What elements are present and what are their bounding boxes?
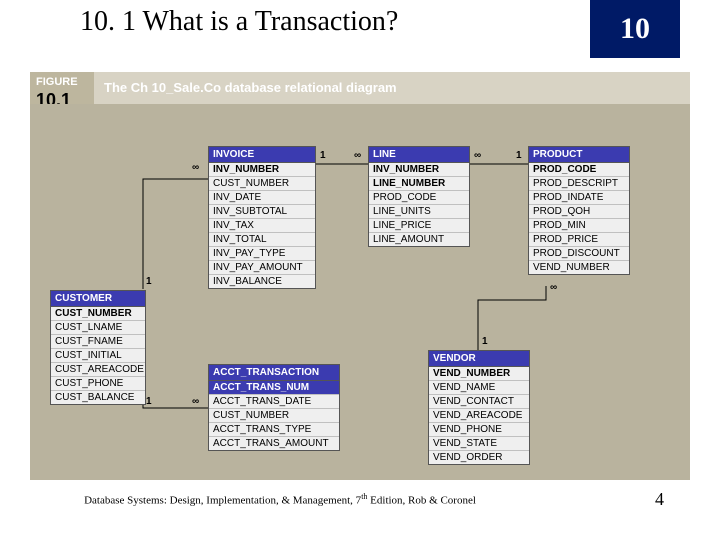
card-inv-line-many: ∞ [354,150,361,161]
entity-vendor-header: VENDOR [429,351,529,367]
entity-acct-header: ACCT_TRANSACTION [209,365,339,381]
col: INV_DATE [209,191,315,205]
entity-acct-transaction: ACCT_TRANSACTION ACCT_TRANS_NUM ACCT_TRA… [208,364,340,451]
figure-label: FIGURE [36,76,78,88]
col: ACCT_TRANS_TYPE [209,423,339,437]
card-inv-line-one: 1 [320,150,326,161]
col: PROD_INDATE [529,191,629,205]
col: PROD_MIN [529,219,629,233]
footer-text-a: Database Systems: Design, Implementation… [84,494,361,506]
col: PROD_CODE [369,191,469,205]
col: INV_TOTAL [209,233,315,247]
entity-line-header: LINE [369,147,469,163]
footer-text-b: Edition, Rob & Coronel [367,494,475,506]
col: CUST_LNAME [51,321,145,335]
col: VEND_STATE [429,437,529,451]
chapter-number: 10 [620,12,650,46]
col: VEND_AREACODE [429,409,529,423]
col: LINE_PRICE [369,219,469,233]
col: PROD_QOH [529,205,629,219]
col: INV_BALANCE [209,275,315,288]
col: PROD_DESCRIPT [529,177,629,191]
diagram-canvas: 1 ∞ 1 ∞ 1 ∞ ∞ 1 ∞ 1 CUSTOMER CUST_NUMBER… [30,104,690,480]
entity-invoice-header: INVOICE [209,147,315,163]
col: CUST_BALANCE [51,391,145,404]
col: ACCT_TRANS_AMOUNT [209,437,339,450]
entity-line: LINE INV_NUMBER LINE_NUMBER PROD_CODE LI… [368,146,470,247]
col: ACCT_TRANS_NUM [209,381,339,395]
chapter-number-box: 10 [590,0,680,58]
col: VEND_CONTACT [429,395,529,409]
slide: 10. 1 What is a Transaction? 10 FIGURE 1… [0,0,720,540]
card-cust-acct-many: ∞ [192,396,199,407]
col: CUST_NUMBER [209,177,315,191]
col: INV_NUMBER [369,163,469,177]
col: LINE_UNITS [369,205,469,219]
entity-customer-header: CUSTOMER [51,291,145,307]
col: VEND_PHONE [429,423,529,437]
col: CUST_NUMBER [209,409,339,423]
col: CUST_INITIAL [51,349,145,363]
col: LINE_NUMBER [369,177,469,191]
col: PROD_PRICE [529,233,629,247]
figure-container: FIGURE 10.1 The Ch 10_Sale.Co database r… [30,72,690,480]
card-line-prod-one: 1 [516,150,522,161]
footer-bar: Database Systems: Design, Implementation… [30,488,530,510]
col: INV_NUMBER [209,163,315,177]
entity-invoice: INVOICE INV_NUMBER CUST_NUMBER INV_DATE … [208,146,316,289]
page-number: 4 [655,489,664,510]
col: CUST_AREACODE [51,363,145,377]
figure-title: The Ch 10_Sale.Co database relational di… [104,80,397,95]
col: INV_PAY_TYPE [209,247,315,261]
card-cust-acct-one: 1 [146,396,152,407]
card-cust-inv-one: 1 [146,276,152,287]
col: CUST_FNAME [51,335,145,349]
col: CUST_PHONE [51,377,145,391]
figure-header-bar: FIGURE 10.1 The Ch 10_Sale.Co database r… [30,72,690,106]
footer-text: Database Systems: Design, Implementation… [84,492,476,507]
col: INV_PAY_AMOUNT [209,261,315,275]
col: PROD_CODE [529,163,629,177]
col: VEND_NUMBER [429,367,529,381]
col: LINE_AMOUNT [369,233,469,246]
entity-customer: CUSTOMER CUST_NUMBER CUST_LNAME CUST_FNA… [50,290,146,405]
card-cust-inv-many: ∞ [192,162,199,173]
col: CUST_NUMBER [51,307,145,321]
card-prod-vend-one: 1 [482,336,488,347]
slide-title: 10. 1 What is a Transaction? [80,6,398,38]
col: INV_TAX [209,219,315,233]
col: PROD_DISCOUNT [529,247,629,261]
col: VEND_NAME [429,381,529,395]
entity-product: PRODUCT PROD_CODE PROD_DESCRIPT PROD_IND… [528,146,630,275]
card-prod-vend-many: ∞ [550,282,557,293]
entity-vendor: VENDOR VEND_NUMBER VEND_NAME VEND_CONTAC… [428,350,530,465]
col: INV_SUBTOTAL [209,205,315,219]
card-line-prod-many: ∞ [474,150,481,161]
entity-product-header: PRODUCT [529,147,629,163]
col: VEND_NUMBER [529,261,629,274]
col: VEND_ORDER [429,451,529,464]
col: ACCT_TRANS_DATE [209,395,339,409]
